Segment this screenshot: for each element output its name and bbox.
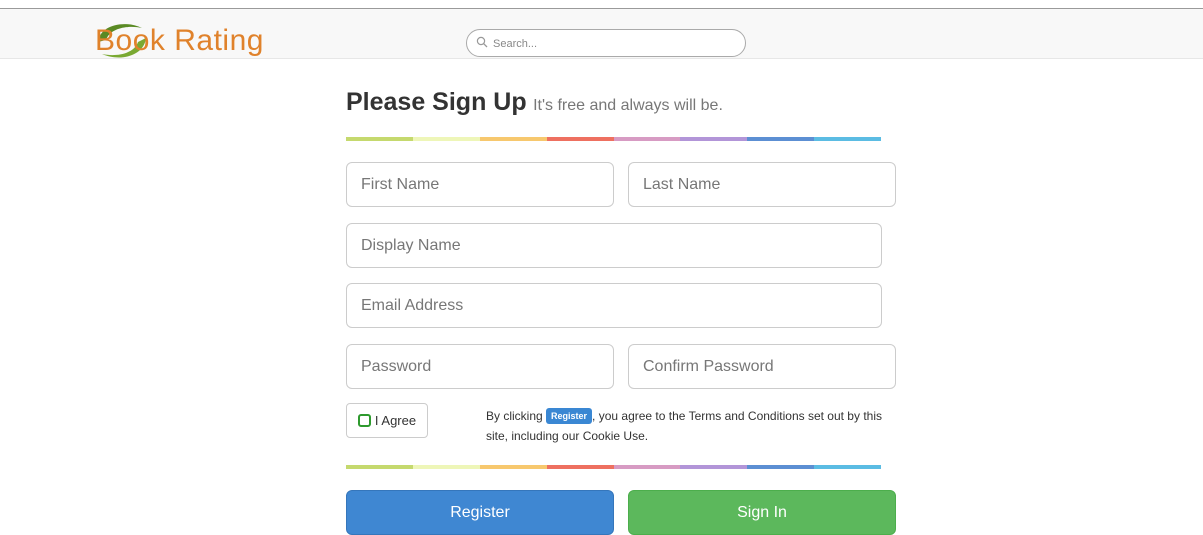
rainbow-segment	[479, 137, 547, 141]
confirm-password-input[interactable]	[628, 344, 896, 389]
rainbow-segment	[747, 465, 815, 469]
rainbow-segment	[747, 137, 815, 141]
title-text: Please Sign Up	[346, 88, 527, 116]
rainbow-segment	[680, 137, 748, 141]
rainbow-segment	[546, 137, 614, 141]
first-name-input[interactable]	[346, 162, 614, 207]
search-icon	[476, 36, 488, 48]
rainbow-divider-top	[346, 137, 881, 141]
rainbow-segment	[346, 465, 413, 469]
rainbow-segment	[613, 137, 681, 141]
rainbow-segment	[814, 465, 881, 469]
terms-before: By clicking	[486, 409, 547, 423]
search-input[interactable]	[491, 33, 735, 55]
last-name-input[interactable]	[628, 162, 896, 207]
rainbow-segment	[412, 465, 480, 469]
rainbow-segment	[479, 465, 547, 469]
brand-logo[interactable]: Book Rating	[92, 14, 292, 66]
checkbox-icon	[357, 414, 371, 427]
password-input[interactable]	[346, 344, 614, 389]
rainbow-segment	[814, 137, 881, 141]
agree-toggle-button[interactable]: I Agree	[346, 403, 428, 438]
agree-label: I Agree	[374, 413, 417, 428]
sign-in-button[interactable]: Sign In	[628, 490, 896, 535]
rainbow-segment	[546, 465, 614, 469]
rainbow-divider-bottom	[346, 465, 881, 469]
register-badge: Register	[546, 408, 593, 424]
subtitle-text: It's free and always will be.	[533, 97, 723, 114]
display-name-input[interactable]	[346, 223, 882, 268]
rainbow-segment	[346, 137, 413, 141]
brand-name: Book Rating	[95, 24, 264, 57]
rainbow-segment	[680, 465, 748, 469]
page-title: Please Sign Up It's free and always will…	[346, 88, 723, 117]
rainbow-segment	[613, 465, 681, 469]
rainbow-segment	[412, 137, 480, 141]
email-input[interactable]	[346, 283, 882, 328]
terms-text: By clicking Register, you agree to the T…	[486, 406, 896, 446]
register-button[interactable]: Register	[346, 490, 614, 535]
search-box[interactable]	[466, 29, 746, 57]
